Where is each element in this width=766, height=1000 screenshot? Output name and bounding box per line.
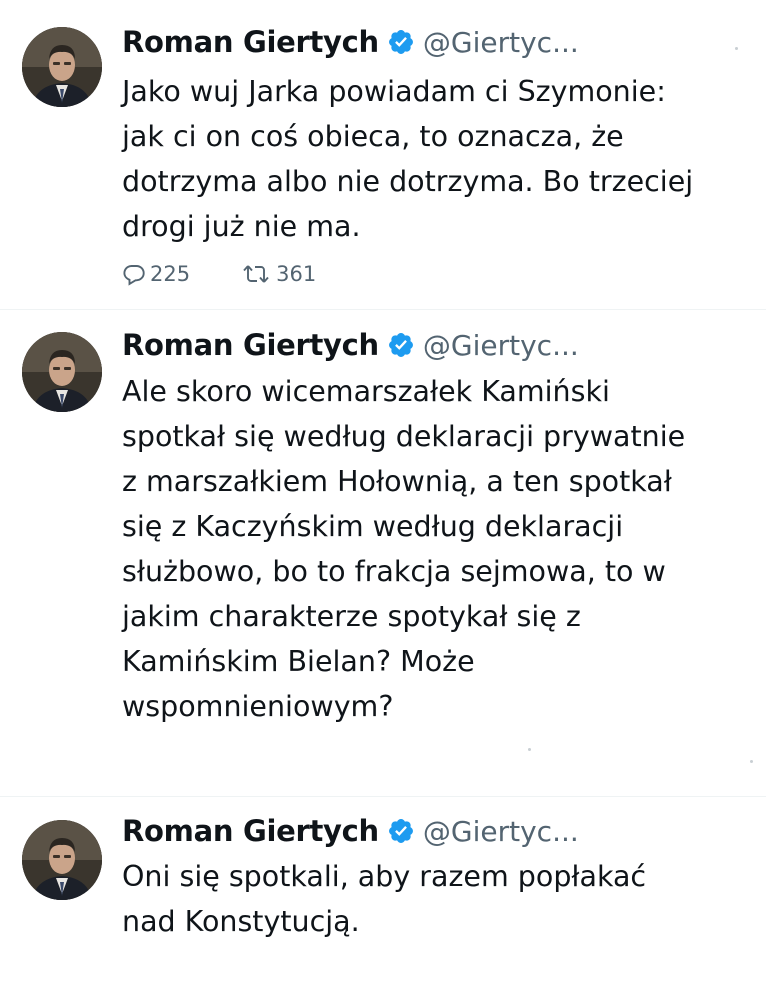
author-handle[interactable]: @Giertyc...: [423, 815, 579, 848]
avatar[interactable]: [22, 27, 102, 107]
tweet-text: Ale skoro wicemarszałek Kamiński spotkał…: [122, 375, 686, 723]
author-name[interactable]: Roman Giertych: [122, 814, 379, 848]
verified-badge-icon: [387, 817, 415, 845]
reply-icon: [123, 265, 145, 286]
reply-button[interactable]: 225: [122, 262, 190, 286]
verified-badge-icon: [387, 28, 415, 56]
verified-badge-icon: [387, 331, 415, 359]
author-name[interactable]: Roman Giertych: [122, 328, 379, 362]
tweet-actions: 225 361: [122, 262, 368, 286]
tweet-divider: [0, 309, 766, 310]
reply-count: 225: [150, 262, 191, 286]
tweet-header: Roman Giertych @Giertyc...: [122, 325, 579, 365]
tweet-text: Oni się spotkali, aby razem popłakać nad…: [122, 860, 647, 938]
author-name[interactable]: Roman Giertych: [122, 25, 379, 59]
author-handle[interactable]: @Giertyc...: [423, 329, 579, 362]
tweet-divider: [0, 796, 766, 797]
image-speck: [735, 47, 738, 50]
tweet-header: Roman Giertych @Giertyc...: [122, 811, 579, 851]
repost-count: 361: [276, 262, 317, 286]
repost-icon: [243, 265, 269, 283]
tweet-text: Jako wuj Jarka powiadam ci Szymonie: jak…: [122, 75, 694, 243]
author-handle[interactable]: @Giertyc...: [423, 26, 579, 59]
profile-photo-icon: [22, 332, 102, 412]
profile-photo-icon: [22, 27, 102, 107]
profile-photo-icon: [22, 820, 102, 900]
repost-button[interactable]: 361: [242, 262, 316, 286]
image-speck: [528, 748, 531, 751]
avatar[interactable]: [22, 820, 102, 900]
tweet-header: Roman Giertych @Giertyc...: [122, 22, 579, 62]
image-speck: [750, 760, 753, 763]
avatar[interactable]: [22, 332, 102, 412]
